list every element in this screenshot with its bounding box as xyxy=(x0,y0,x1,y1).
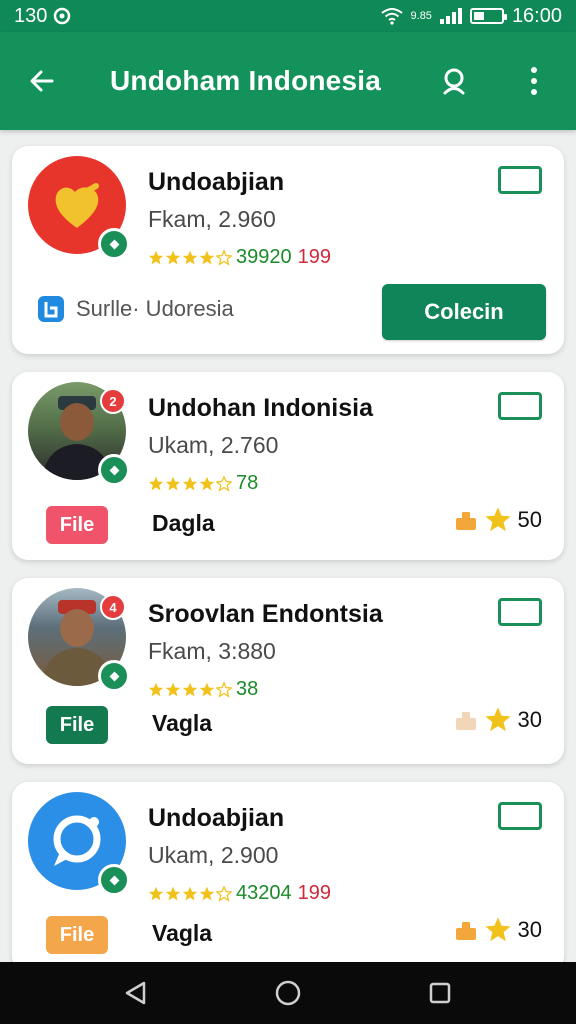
meta-value: 50 xyxy=(517,507,542,532)
app-bar: Undoham Indonesia xyxy=(0,32,576,130)
select-checkbox[interactable] xyxy=(498,802,542,830)
circle-home-icon xyxy=(275,980,301,1006)
select-checkbox[interactable] xyxy=(498,598,542,626)
file-button[interactable]: File xyxy=(46,506,108,544)
list-item[interactable]: 4 Sroovlan Endontsia Fkam, 3:880 38 File… xyxy=(12,578,564,764)
item-name: Undoabjian xyxy=(148,804,285,832)
select-checkbox[interactable] xyxy=(498,392,542,420)
item-label: Vagla xyxy=(152,710,213,736)
verified-badge-icon xyxy=(98,864,130,896)
item-name: Sroovlan Endontsia xyxy=(148,600,383,628)
item-name: Undoabjian xyxy=(148,168,285,196)
meta-row: 30 xyxy=(454,916,542,944)
star-rating-icon xyxy=(148,681,232,698)
star-rating-icon xyxy=(148,885,232,902)
list-item[interactable]: 2 Undohan Indonisia Ukam, 2.760 78 File … xyxy=(12,372,564,560)
wifi-icon xyxy=(380,8,403,25)
rating-count: 43204 xyxy=(236,882,292,904)
collect-button[interactable]: Colecin xyxy=(382,284,546,340)
item-subtitle: Ukam, 2.760 xyxy=(148,432,279,458)
item-name: Undohan Indonisia xyxy=(148,394,373,422)
notification-badge: 2 xyxy=(100,388,126,414)
notification-badge: 4 xyxy=(100,594,126,620)
rating: 78 xyxy=(148,472,258,495)
rating: 38 xyxy=(148,678,258,701)
rating-count: 39920 xyxy=(236,246,292,268)
triangle-back-icon xyxy=(125,981,146,1005)
heart-logo-icon xyxy=(55,183,99,228)
search-button[interactable] xyxy=(434,61,474,101)
signal-icon xyxy=(439,8,462,24)
nav-home-button[interactable] xyxy=(260,968,316,1018)
sync-icon xyxy=(54,7,71,25)
item-subtitle: Ukam, 2.900 xyxy=(148,842,279,868)
meta-value: 30 xyxy=(517,707,542,732)
back-button[interactable] xyxy=(22,61,62,101)
list-item[interactable]: Undoabjian Ukam, 2.900 43204 199 File Va… xyxy=(12,782,564,962)
app-source-icon xyxy=(38,296,64,322)
star-rating-icon xyxy=(148,475,232,492)
trophy-icon xyxy=(455,922,476,940)
rating-extra: 199 xyxy=(297,882,331,904)
star-icon xyxy=(484,507,511,532)
avatar: 2 xyxy=(28,382,130,486)
trophy-icon xyxy=(455,712,476,730)
arrow-left-icon xyxy=(30,70,54,92)
square-recents-icon xyxy=(429,982,451,1004)
select-checkbox[interactable] xyxy=(498,166,542,194)
rating-count: 38 xyxy=(236,678,259,700)
chat-logo-icon xyxy=(53,815,101,866)
status-bar: 130 9.85 16:00 xyxy=(0,0,576,32)
verified-badge-icon xyxy=(98,228,130,260)
verified-badge-icon xyxy=(98,660,130,692)
page-title: Undoham Indonesia xyxy=(110,65,381,96)
file-button[interactable]: File xyxy=(46,916,108,954)
item-label: Dagla xyxy=(152,510,215,536)
results-list: Undoabjian Fkam, 2.960 39920 199 Surlle·… xyxy=(0,130,576,962)
star-icon xyxy=(484,917,511,942)
more-vert-icon xyxy=(531,67,537,95)
rating: 39920 199 xyxy=(148,246,331,269)
avatar xyxy=(28,156,130,260)
nav-back-button[interactable] xyxy=(108,968,164,1018)
rating: 43204 199 xyxy=(148,882,331,905)
meta-row: 50 xyxy=(454,506,542,534)
search-icon xyxy=(443,68,465,95)
item-subtitle: Fkam, 3:880 xyxy=(148,638,276,664)
avatar: 4 xyxy=(28,588,130,692)
item-subtitle: Fkam, 2.960 xyxy=(148,206,276,232)
star-rating-icon xyxy=(148,249,232,266)
meta-value: 30 xyxy=(517,917,542,942)
system-nav-bar xyxy=(0,962,576,1024)
star-icon xyxy=(484,707,511,732)
trophy-icon xyxy=(455,512,476,530)
list-item[interactable]: Undoabjian Fkam, 2.960 39920 199 Surlle·… xyxy=(12,146,564,354)
more-options-button[interactable] xyxy=(514,61,554,101)
file-button[interactable]: File xyxy=(46,706,108,744)
battery-icon xyxy=(469,8,507,24)
source-row: Surlle· Udoresia xyxy=(36,294,234,324)
meta-row: 30 xyxy=(454,706,542,734)
rating-count: 78 xyxy=(236,472,259,494)
avatar xyxy=(28,792,130,896)
rating-extra: 199 xyxy=(297,246,331,268)
verified-badge-icon xyxy=(98,454,130,486)
source-label: Surlle· Udoresia xyxy=(76,296,234,321)
network-speed: 9.85 xyxy=(410,9,432,22)
status-time: 16:00 xyxy=(511,4,562,27)
item-label: Vagla xyxy=(152,920,213,946)
nav-recents-button[interactable] xyxy=(412,968,468,1018)
status-left-text: 130 xyxy=(14,4,48,27)
